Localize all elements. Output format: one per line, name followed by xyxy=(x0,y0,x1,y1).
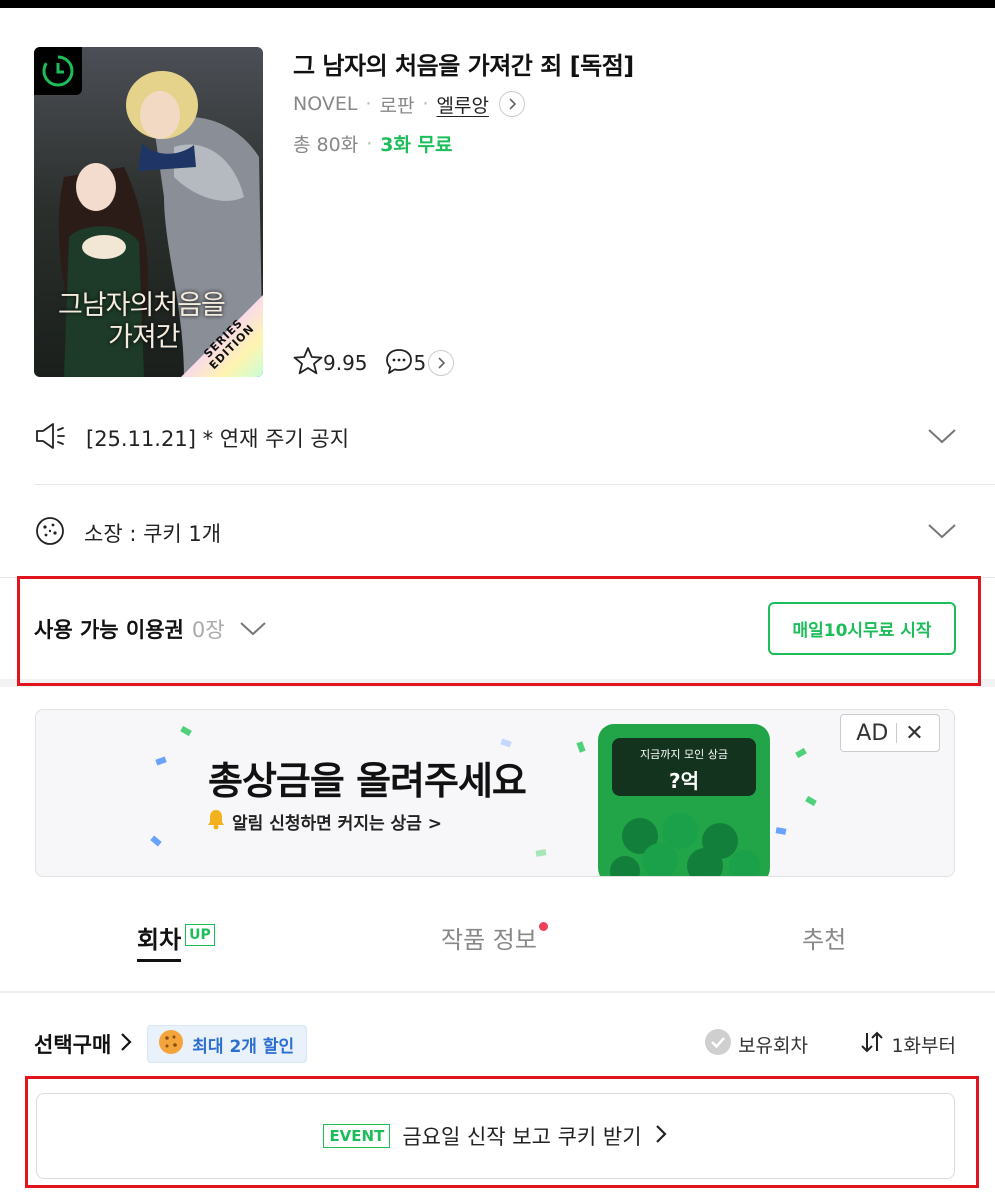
sort-arrows-icon xyxy=(859,1030,885,1059)
ad-screen-amount: ?억 xyxy=(668,769,699,793)
select-purchase-label[interactable]: 선택구매 xyxy=(34,1029,111,1059)
up-badge: UP xyxy=(185,924,215,946)
divider xyxy=(34,484,995,485)
comment-icon[interactable] xyxy=(384,346,414,381)
work-meta: NOVEL · 로판 · 엘루앙 xyxy=(293,90,525,118)
chevron-down-icon[interactable] xyxy=(927,427,957,449)
confetti xyxy=(795,747,807,759)
episode-total: 총 80화 xyxy=(293,134,359,156)
cookie-icon xyxy=(34,515,66,551)
new-dot-indicator xyxy=(538,922,548,931)
author-chevron-right-icon[interactable] xyxy=(498,91,525,117)
owned-cookies-text: 소장 : 쿠키 1개 xyxy=(84,522,222,546)
chevron-down-icon[interactable] xyxy=(927,522,957,544)
megaphone-icon xyxy=(34,421,68,455)
notice-text: [25.11.21] * 연재 주기 공지 xyxy=(86,427,350,451)
highlight-box xyxy=(17,576,981,686)
timer-icon xyxy=(34,47,82,95)
status-bar xyxy=(0,0,995,8)
ad-phone-illustration: 지금까지 모인 상금 ?억 xyxy=(598,724,770,876)
cookie-icon xyxy=(158,1029,184,1060)
tab-episodes-label: 회차 xyxy=(137,920,182,962)
highlight-box xyxy=(25,1076,979,1188)
owned-cookies-row[interactable]: 소장 : 쿠키 1개 xyxy=(34,510,961,556)
rating-value: 9.95 xyxy=(323,351,368,375)
comment-count[interactable]: 5 xyxy=(414,351,427,375)
cover-image[interactable]: 그남자의처음을 가져간 SERIES EDITION xyxy=(34,47,263,377)
tab-episodes[interactable]: 회차 UP xyxy=(137,920,215,974)
confetti xyxy=(150,835,162,847)
ad-label: AD xyxy=(856,720,889,746)
ad-banner[interactable]: 총상금을 올려주세요 알림 신청하면 커지는 상금 > 지금까지 모인 상금 ?… xyxy=(35,709,955,877)
ad-badge[interactable]: AD ✕ xyxy=(840,714,940,752)
meta-separator: · xyxy=(365,93,372,115)
tab-bar: 회차 UP 작품 정보 추천 xyxy=(0,920,995,974)
sort-order-button[interactable]: 1화부터 xyxy=(859,1030,956,1059)
tab-work-info[interactable]: 작품 정보 xyxy=(441,920,548,974)
select-purchase-row: 선택구매 최대 2개 할인 보유회차 1화부터 xyxy=(34,1022,956,1066)
ad-subline: 알림 신청하면 커지는 상금 > xyxy=(206,808,442,835)
coins-icon xyxy=(610,813,760,876)
cover-title: 그남자의처음을 가져간 xyxy=(58,290,226,354)
work-title: 그 남자의 처음을 가져간 죄 [독점] xyxy=(293,52,634,80)
episode-info: 총 80화 · 3화 무료 xyxy=(293,130,453,157)
divider xyxy=(896,723,898,743)
owned-episodes-filter[interactable]: 보유회차 xyxy=(704,1028,808,1061)
ad-headline: 총상금을 올려주세요 xyxy=(208,759,527,803)
check-circle-icon xyxy=(704,1028,732,1061)
meta-separator: · xyxy=(422,93,429,115)
comments-chevron-right-icon[interactable] xyxy=(428,350,455,376)
discount-badge[interactable]: 최대 2개 할인 xyxy=(147,1025,308,1063)
star-icon xyxy=(293,346,323,381)
tab-divider xyxy=(0,991,995,993)
work-genre: 로판 xyxy=(379,94,415,117)
free-episodes: 3화 무료 xyxy=(380,134,453,156)
discount-text: 최대 2개 할인 xyxy=(192,1036,295,1057)
close-icon[interactable]: ✕ xyxy=(905,721,923,746)
tab-recommend-label: 추천 xyxy=(802,926,847,954)
cover-title-line2: 가져간 xyxy=(108,322,181,353)
ad-screen: 지금까지 모인 상금 ?억 xyxy=(612,738,756,796)
cover-title-line1: 그남자의처음을 xyxy=(58,290,226,321)
confetti xyxy=(155,756,167,766)
confetti xyxy=(805,795,817,807)
confetti xyxy=(180,725,192,737)
confetti xyxy=(576,741,586,753)
meta-separator: · xyxy=(366,132,373,155)
tab-work-info-label: 작품 정보 xyxy=(441,926,537,954)
bell-icon xyxy=(206,808,226,835)
confetti xyxy=(775,827,787,835)
owned-episodes-label: 보유회차 xyxy=(738,1034,808,1057)
chevron-right-icon[interactable] xyxy=(119,1031,133,1057)
work-stats: 9.95 5 xyxy=(293,346,455,381)
work-category: NOVEL xyxy=(293,93,358,115)
author-link[interactable]: 엘루앙 xyxy=(436,91,488,118)
ad-subline-text: 알림 신청하면 커지는 상금 > xyxy=(232,814,442,834)
sort-order-label: 1화부터 xyxy=(891,1034,956,1057)
confetti xyxy=(535,849,547,857)
confetti xyxy=(500,738,512,748)
ad-screen-caption: 지금까지 모인 상금 xyxy=(640,748,728,761)
tab-recommend[interactable]: 추천 xyxy=(802,920,846,974)
notice-row[interactable]: [25.11.21] * 연재 주기 공지 xyxy=(34,415,961,461)
